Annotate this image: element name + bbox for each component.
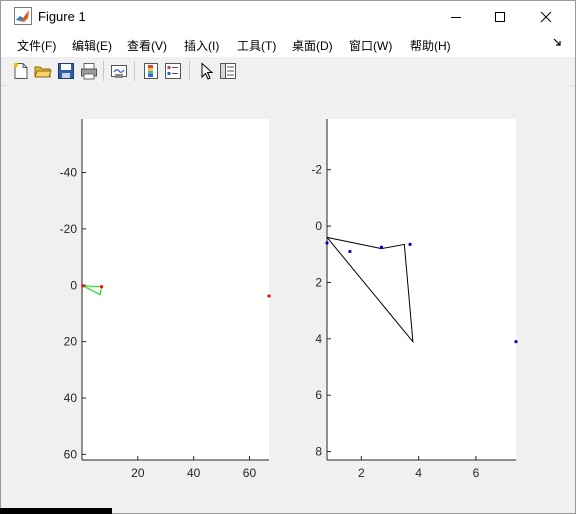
title-bar[interactable]: Figure 1 — [1, 1, 575, 32]
open-file-icon[interactable] — [34, 62, 52, 80]
close-button[interactable] — [523, 1, 569, 32]
y-tick-label: -20 — [60, 222, 78, 236]
save-icon[interactable] — [57, 62, 75, 80]
menu-desktop[interactable]: 桌面(D) — [292, 37, 333, 54]
axes-1-background — [82, 119, 269, 460]
y-tick-label: 6 — [315, 388, 322, 402]
figure-window: Figure 1 文件(F) 编辑(E) 查看(V) 插入(I) 工具(T) 桌… — [0, 0, 576, 514]
y-tick-label: 0 — [315, 219, 322, 233]
figure-canvas[interactable]: -40 -20 0 20 40 60 20 40 60 -2 0 2 4 6 8 2 4 6 — [7, 85, 571, 507]
data-point — [325, 241, 329, 245]
x-tick-label: 2 — [358, 466, 365, 480]
y-tick-label: 60 — [64, 447, 78, 461]
toolbar-separator — [103, 61, 104, 81]
close-icon — [540, 11, 552, 22]
link-plot-icon[interactable] — [110, 62, 128, 80]
new-figure-icon[interactable] — [12, 62, 30, 80]
y-tick-label: 8 — [315, 445, 322, 459]
plot-canvas: -40-20020406020 40 60-2024682 4 6 — [60, 119, 518, 480]
menu-help[interactable]: 帮助(H) — [410, 37, 451, 54]
data-point — [348, 249, 352, 254]
x-tick-label: 6 — [473, 466, 480, 480]
y-tick-label: 2 — [315, 275, 322, 289]
edit-plot-icon[interactable] — [197, 62, 215, 80]
data-point — [267, 294, 271, 298]
y-tick-label: 0 — [70, 278, 77, 292]
axes-2-background — [327, 119, 516, 460]
x-tick-label: 4 — [415, 466, 422, 480]
toolbar-separator — [134, 61, 135, 81]
menu-file[interactable]: 文件(F) — [17, 37, 56, 54]
y-tick-label: 4 — [315, 332, 322, 346]
data-point — [379, 245, 384, 249]
y-tick-label: -2 — [311, 163, 322, 177]
data-point — [99, 285, 104, 289]
data-point — [514, 340, 518, 344]
menu-window[interactable]: 窗口(W) — [349, 37, 392, 54]
menu-insert[interactable]: 插入(I) — [184, 37, 219, 54]
minimize-button[interactable] — [433, 1, 479, 32]
property-inspector-icon[interactable] — [219, 62, 237, 80]
window-title: Figure 1 — [38, 9, 86, 24]
x-tick-label: 20 — [131, 466, 145, 480]
toolbar — [1, 57, 575, 86]
insert-colorbar-icon[interactable] — [142, 62, 160, 80]
maximize-button[interactable] — [477, 1, 523, 32]
taskbar-strip — [0, 508, 112, 514]
dock-arrow-icon[interactable] — [553, 37, 563, 47]
y-tick-label: 40 — [64, 391, 78, 405]
matlab-icon — [14, 7, 32, 25]
data-point — [408, 242, 412, 247]
minimize-icon — [451, 16, 461, 18]
menu-edit[interactable]: 编辑(E) — [72, 37, 112, 54]
y-tick-label: 20 — [64, 335, 78, 349]
menu-view[interactable]: 查看(V) — [127, 37, 167, 54]
insert-legend-icon[interactable] — [164, 62, 182, 80]
menu-bar: 文件(F) 编辑(E) 查看(V) 插入(I) 工具(T) 桌面(D) 窗口(W… — [1, 32, 575, 57]
maximize-icon — [495, 11, 505, 22]
x-tick-label: 40 — [187, 466, 201, 480]
data-point — [81, 284, 85, 288]
menu-tools[interactable]: 工具(T) — [237, 37, 276, 54]
print-icon[interactable] — [80, 62, 98, 80]
x-tick-label: 60 — [243, 466, 257, 480]
toolbar-separator — [189, 61, 190, 81]
y-tick-label: -40 — [60, 166, 78, 180]
